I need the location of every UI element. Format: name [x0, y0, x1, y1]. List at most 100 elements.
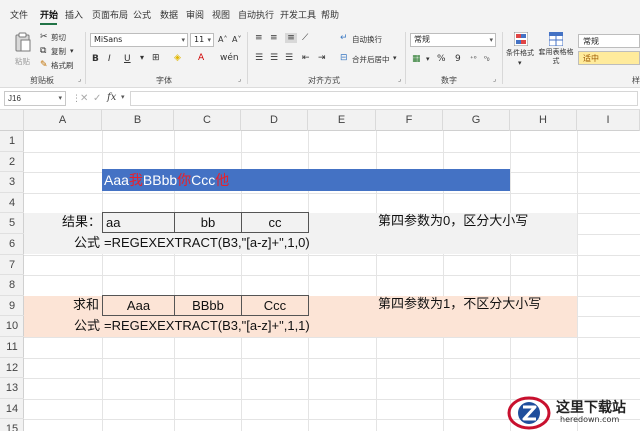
number-format-select[interactable]: 常规 ▾ — [410, 33, 496, 47]
row-header[interactable]: 6 — [0, 234, 24, 255]
font-size-select[interactable]: 11 ▾ — [190, 33, 214, 47]
watermark: 这里下载站 heredown.com — [506, 393, 640, 431]
row-header[interactable]: 2 — [0, 152, 24, 173]
row-header[interactable]: 12 — [0, 358, 24, 379]
column-header[interactable]: E — [308, 110, 376, 131]
style-normal[interactable]: 常规 — [578, 34, 640, 48]
result-cell-c5[interactable]: bb — [174, 212, 242, 233]
confirm-icon[interactable]: ✓ — [93, 93, 101, 104]
row-header[interactable]: 4 — [0, 193, 24, 214]
result-cell-b9[interactable]: Aaa — [102, 295, 175, 316]
font-color-icon[interactable]: A — [198, 53, 204, 63]
row-header[interactable]: 10 — [0, 316, 24, 337]
copy-button[interactable]: 复制 — [51, 46, 66, 57]
row-header[interactable]: 7 — [0, 255, 24, 276]
insert-function-button[interactable]: fx — [107, 92, 116, 103]
align-middle-icon[interactable]: ≡ — [270, 33, 278, 43]
percent-button[interactable]: % — [437, 54, 446, 64]
watermark-logo — [507, 396, 551, 430]
column-header[interactable]: B — [102, 110, 174, 131]
menu-developer[interactable]: 开发工具 — [280, 8, 316, 21]
phonetic-icon[interactable]: wén — [220, 53, 239, 63]
italic-icon[interactable]: I — [108, 54, 111, 64]
menu-view[interactable]: 视图 — [212, 8, 230, 21]
column-header[interactable]: C — [174, 110, 241, 131]
column-header[interactable]: D — [241, 110, 308, 131]
align-center-icon[interactable]: ☰ — [270, 53, 278, 63]
menu-automate[interactable]: 自动执行 — [238, 8, 274, 21]
row-header[interactable]: 5 — [0, 213, 24, 234]
conditional-formatting-button[interactable]: 条件格式 ▾ — [506, 31, 536, 71]
cancel-icon[interactable]: ✕ — [80, 93, 88, 104]
orientation-icon[interactable]: ⟋ — [302, 33, 308, 43]
align-top-icon[interactable]: ≡ — [255, 33, 263, 43]
formula-text-b10[interactable]: =REGEXEXTRACT(B3,"[a-z]+",1,1) — [104, 316, 310, 336]
font-launcher-icon[interactable]: ⌟ — [238, 75, 241, 83]
row-header[interactable]: 14 — [0, 399, 24, 420]
column-header[interactable]: A — [24, 110, 102, 131]
align-left-icon[interactable]: ☰ — [255, 53, 263, 63]
formula-bar: J16 ▾ ⋮ ✕ ✓ fx ▾ — [0, 88, 640, 110]
formula-input[interactable] — [130, 91, 638, 106]
title-cell-b3[interactable]: Aaa我BBbb你Ccc他 — [102, 169, 510, 191]
menu-page-layout[interactable]: 页面布局 — [92, 8, 128, 21]
result-cell-c9[interactable]: BBbb — [174, 295, 242, 316]
column-header[interactable]: H — [510, 110, 577, 131]
style-neutral[interactable]: 适中 — [578, 51, 640, 65]
menu-home[interactable]: 开始 — [40, 8, 58, 21]
row-header[interactable]: 8 — [0, 275, 24, 296]
paste-button[interactable]: 粘贴 — [12, 31, 34, 71]
cut-button[interactable]: 剪切 — [51, 32, 66, 43]
result-cell-b5[interactable]: aa — [102, 212, 175, 233]
menu-review[interactable]: 审阅 — [186, 8, 204, 21]
chevron-down-icon[interactable]: ▾ — [70, 46, 74, 56]
indent-decrease-icon[interactable]: ⇤ — [302, 53, 310, 63]
row-header[interactable]: 9 — [0, 296, 24, 317]
bold-icon[interactable]: B — [92, 54, 99, 64]
row-header[interactable]: 15 — [0, 419, 24, 431]
row-header[interactable]: 11 — [0, 337, 24, 358]
chevron-down-icon[interactable]: ▾ — [426, 54, 430, 64]
comma-style-button[interactable]: 9 — [455, 54, 461, 64]
row-header[interactable]: 13 — [0, 378, 24, 399]
column-header[interactable]: G — [443, 110, 510, 131]
result-cell-d9[interactable]: Ccc — [241, 295, 309, 316]
format-painter-button[interactable]: 格式刷 — [51, 60, 74, 71]
result-cell-d5[interactable]: cc — [241, 212, 309, 233]
merge-center-button[interactable]: 合并后居中 — [352, 54, 390, 65]
row-header[interactable]: 1 — [0, 131, 24, 152]
decrease-decimal-icon[interactable]: ⁰₀ — [484, 54, 490, 64]
formula-text-b6[interactable]: =REGEXEXTRACT(B3,"[a-z]+",1,0) — [104, 233, 310, 253]
number-format-value: 常规 — [414, 35, 430, 44]
column-header[interactable]: F — [376, 110, 443, 131]
align-bottom-icon[interactable]: ≡ — [285, 33, 297, 43]
number-launcher-icon[interactable]: ⌟ — [493, 75, 496, 83]
format-as-table-button[interactable]: 套用表格格式 — [538, 31, 574, 71]
decrease-font-icon[interactable]: A˅ — [232, 35, 241, 45]
clipboard-launcher-icon[interactable]: ⌟ — [78, 75, 81, 83]
name-box[interactable]: J16 ▾ — [4, 91, 66, 106]
font-name-select[interactable]: MiSans ▾ — [90, 33, 188, 47]
select-all-corner[interactable] — [0, 110, 24, 131]
alignment-launcher-icon[interactable]: ⌟ — [398, 75, 401, 83]
menu-insert[interactable]: 插入 — [65, 8, 83, 21]
indent-increase-icon[interactable]: ⇥ — [318, 53, 326, 63]
currency-icon[interactable]: ▦ — [412, 54, 421, 64]
wrap-text-button[interactable]: 自动换行 — [352, 34, 382, 45]
align-right-icon[interactable]: ☰ — [285, 53, 293, 63]
menu-formulas[interactable]: 公式 — [133, 8, 151, 21]
chevron-down-icon[interactable]: ▾ — [140, 53, 144, 63]
chevron-down-icon[interactable]: ▾ — [121, 93, 125, 101]
menu-help[interactable]: 帮助 — [321, 8, 339, 21]
underline-icon[interactable]: U — [124, 54, 131, 64]
increase-font-icon[interactable]: A˄ — [218, 35, 227, 45]
font-size-value: 11 — [194, 35, 205, 44]
fill-color-icon[interactable]: ◈ — [174, 53, 181, 63]
chevron-down-icon[interactable]: ▾ — [393, 53, 397, 63]
border-icon[interactable]: ⊞ — [152, 53, 160, 63]
column-header[interactable]: I — [577, 110, 640, 131]
row-header[interactable]: 3 — [0, 172, 24, 193]
menu-data[interactable]: 数据 — [160, 8, 178, 21]
increase-decimal-icon[interactable]: ⁺⁰ — [470, 54, 477, 64]
menu-file[interactable]: 文件 — [10, 8, 28, 21]
